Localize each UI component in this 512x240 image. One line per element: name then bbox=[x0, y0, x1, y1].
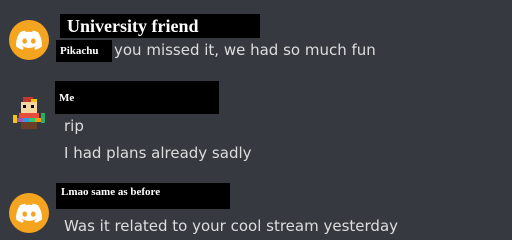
discord-logo-icon bbox=[16, 203, 42, 223]
message-text: you missed it, we had so much fun bbox=[114, 41, 376, 59]
pixel-art-avatar-icon bbox=[13, 97, 45, 129]
message-text: Was it related to your cool stream yeste… bbox=[64, 217, 399, 235]
message-text: rip bbox=[64, 117, 84, 135]
author-name[interactable]: Lmao same as before bbox=[56, 183, 230, 209]
avatar[interactable] bbox=[9, 20, 49, 60]
author-name[interactable]: University friend bbox=[60, 14, 260, 38]
message-text: I had plans already sadly bbox=[64, 144, 252, 162]
discord-logo-icon bbox=[16, 30, 42, 50]
avatar[interactable] bbox=[9, 93, 49, 133]
overlay-label: Pikachu bbox=[56, 40, 112, 62]
author-name[interactable]: Me bbox=[55, 81, 219, 114]
avatar[interactable] bbox=[9, 193, 49, 233]
